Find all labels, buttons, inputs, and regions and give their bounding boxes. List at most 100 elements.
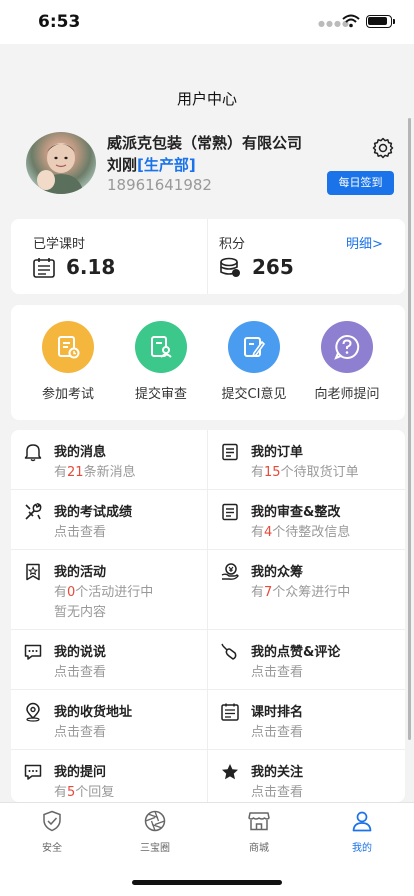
menu-subtitle: 点击查看 bbox=[251, 785, 304, 800]
subtitle-prefix: 有 bbox=[54, 465, 68, 480]
points-detail-link[interactable]: 明细> bbox=[346, 233, 383, 252]
menu-item-questions[interactable]: 我的提问 有5个回复 bbox=[11, 750, 208, 802]
calendar-list-icon bbox=[33, 258, 55, 278]
tab-safety[interactable]: 安全 bbox=[12, 809, 92, 854]
menu-item-messages[interactable]: 我的消息 有21条新消息 bbox=[11, 430, 208, 490]
menu-title: 我的说说 bbox=[54, 645, 107, 660]
activity-icon bbox=[26, 563, 40, 581]
menu-title: 我的消息 bbox=[54, 445, 107, 460]
subtitle-suffix: 条新消息 bbox=[83, 465, 136, 480]
scrollbar[interactable] bbox=[408, 118, 411, 740]
subtitle-suffix: 个待取货订单 bbox=[280, 465, 359, 480]
menu-title: 我的提问 bbox=[54, 765, 107, 780]
menu-item-address[interactable]: 我的收货地址 点击查看 bbox=[11, 690, 208, 750]
subtitle-prefix: 有 bbox=[251, 525, 265, 540]
shield-icon bbox=[43, 810, 61, 832]
battery-icon bbox=[366, 15, 392, 28]
menu-item-posts[interactable]: 我的说说 点击查看 bbox=[11, 630, 208, 690]
tab-mall[interactable]: 商城 bbox=[219, 809, 299, 854]
take-exam-label: 参加考试 bbox=[41, 387, 94, 402]
menu-title: 我的活动 bbox=[54, 565, 107, 580]
hours-label: 已学课时 bbox=[33, 237, 86, 252]
menu-subtitle: 有0个活动进行中 bbox=[54, 581, 153, 600]
company-name: 威派克包装（常熟）有限公司 bbox=[107, 134, 303, 152]
menu-item-ranking[interactable]: 课时排名 点击查看 bbox=[208, 690, 405, 750]
question-chat-icon bbox=[24, 764, 42, 780]
review-icon bbox=[135, 321, 187, 373]
tab-label: 商城 bbox=[249, 843, 269, 854]
menu-title: 我的关注 bbox=[251, 765, 304, 780]
menu-item-crowdfunding[interactable]: 我的众筹 有7个众筹进行中 bbox=[208, 550, 405, 630]
tab-label: 三宝圈 bbox=[140, 843, 170, 854]
exam-icon bbox=[42, 321, 94, 373]
points-label: 积分 bbox=[219, 237, 246, 252]
menu-subtitle: 点击查看 bbox=[54, 725, 107, 740]
submit-review-action[interactable]: 提交审查 bbox=[115, 321, 207, 402]
like-icon bbox=[221, 643, 237, 660]
tab-label: 安全 bbox=[42, 843, 62, 854]
audit-icon bbox=[222, 503, 238, 521]
chat-icon bbox=[24, 644, 42, 660]
tab-label: 我的 bbox=[352, 843, 372, 854]
menu-item-following[interactable]: 我的关注 点击查看 bbox=[208, 750, 405, 802]
menu-subtitle: 点击查看 bbox=[251, 725, 304, 740]
battery-cap bbox=[393, 19, 395, 24]
points-value: 265 bbox=[252, 255, 294, 279]
subtitle-suffix: 个众筹进行中 bbox=[272, 585, 351, 600]
menu-title: 我的订单 bbox=[251, 445, 304, 460]
order-icon bbox=[222, 443, 238, 461]
menu-item-activities[interactable]: 我的活动 有0个活动进行中 暂无内容 bbox=[11, 550, 208, 630]
user-name: 刘刚 bbox=[107, 156, 138, 174]
person-icon bbox=[352, 811, 372, 832]
subtitle-prefix: 有 bbox=[54, 585, 68, 600]
menu-subtitle: 有7个众筹进行中 bbox=[251, 581, 350, 600]
profile-section: 威派克包装（常熟）有限公司 刘刚[生产部] 18961641982 bbox=[0, 130, 414, 210]
tools-icon bbox=[25, 502, 42, 520]
page-title: 用户中心 bbox=[176, 90, 237, 108]
menu-title: 我的众筹 bbox=[251, 565, 304, 580]
menu-subtitle: 点击查看 bbox=[54, 665, 107, 680]
hours-value: 6.18 bbox=[66, 255, 116, 279]
menu-empty-note: 暂无内容 bbox=[54, 605, 107, 620]
subtitle-suffix: 个待整改信息 bbox=[272, 525, 351, 540]
daily-checkin-button[interactable]: 每日签到 bbox=[327, 171, 394, 195]
take-exam-action[interactable]: 参加考试 bbox=[22, 321, 114, 402]
subtitle-prefix: 有 bbox=[54, 785, 68, 800]
ask-teacher-label: 向老师提问 bbox=[314, 387, 380, 402]
store-icon bbox=[248, 812, 270, 831]
submit-ci-action[interactable]: 提交CI意见 bbox=[208, 321, 300, 402]
menu-subtitle: 有4个待整改信息 bbox=[251, 521, 350, 540]
crowdfund-icon bbox=[221, 563, 239, 580]
wifi-icon bbox=[342, 14, 360, 28]
gear-icon[interactable] bbox=[371, 136, 395, 160]
quick-actions-card: 参加考试 提交审查 提交CI意见 向老师提问 bbox=[11, 305, 405, 420]
coins-icon bbox=[220, 257, 240, 277]
menu-item-likes-comments[interactable]: 我的点赞&评论 点击查看 bbox=[208, 630, 405, 690]
menu-item-audit[interactable]: 我的审查&整改 有4个待整改信息 bbox=[208, 490, 405, 550]
tab-sanbao-circle[interactable]: 三宝圈 bbox=[115, 809, 195, 854]
stats-divider bbox=[207, 219, 208, 294]
menu-title: 我的审查&整改 bbox=[251, 505, 341, 520]
menu-title: 课时排名 bbox=[251, 705, 304, 720]
stats-card: 已学课时 6.18 积分 明细> 265 bbox=[11, 219, 405, 294]
menu-item-exam-scores[interactable]: 我的考试成绩 点击查看 bbox=[11, 490, 208, 550]
subtitle-prefix: 有 bbox=[251, 465, 265, 480]
menu-item-orders[interactable]: 我的订单 有15个待取货订单 bbox=[208, 430, 405, 490]
aperture-icon bbox=[144, 810, 166, 832]
menu-title: 我的考试成绩 bbox=[54, 505, 133, 520]
avatar[interactable] bbox=[26, 132, 96, 194]
status-bar: 6:53 ●●●● bbox=[0, 0, 414, 44]
home-indicator[interactable] bbox=[132, 880, 282, 885]
user-name-line: 刘刚[生产部] bbox=[107, 154, 196, 175]
bell-icon bbox=[24, 444, 42, 462]
tab-mine[interactable]: 我的 bbox=[322, 809, 402, 854]
star-icon bbox=[222, 764, 238, 780]
submit-review-label: 提交审查 bbox=[134, 387, 187, 402]
subtitle-count: 15 bbox=[264, 465, 281, 480]
menu-subtitle: 有5个回复 bbox=[54, 781, 114, 800]
phone-number: 18961641982 bbox=[107, 176, 212, 194]
ask-teacher-action[interactable]: 向老师提问 bbox=[301, 321, 393, 402]
subtitle-count: 21 bbox=[67, 465, 84, 480]
menu-title: 我的收货地址 bbox=[54, 705, 133, 720]
department: [生产部] bbox=[137, 156, 196, 174]
